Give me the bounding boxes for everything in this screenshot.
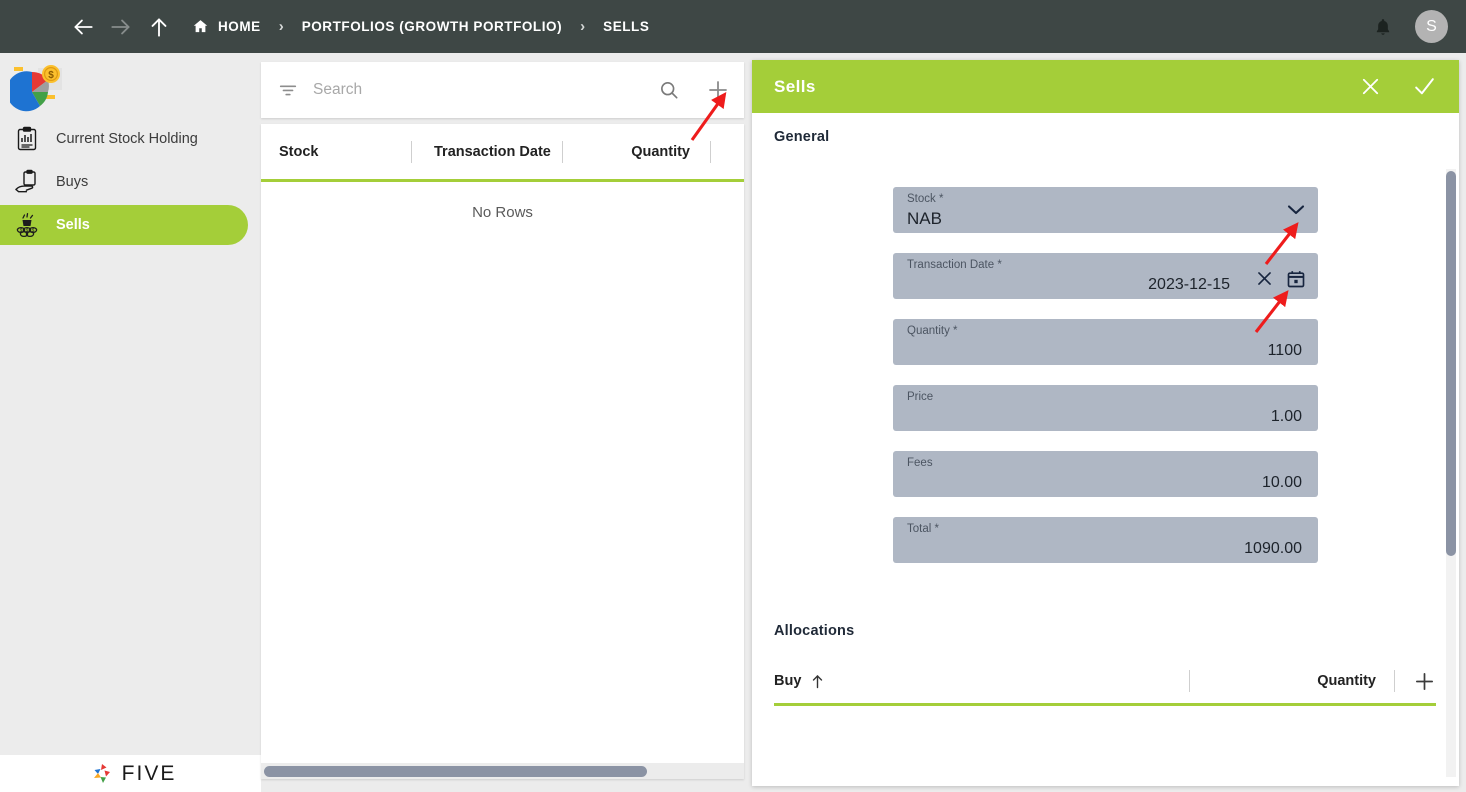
add-record-button[interactable] xyxy=(706,78,730,102)
application-root: HOME › PORTFOLIOS (GROWTH PORTFOLIO) › S… xyxy=(0,0,1466,792)
chevron-down-icon[interactable] xyxy=(1286,203,1306,216)
field-value-total: 1090.00 xyxy=(1244,540,1302,557)
money-stack-icon: $ $ $ xyxy=(12,210,42,240)
clear-x-icon[interactable] xyxy=(1255,269,1274,288)
user-avatar[interactable]: S xyxy=(1415,10,1448,43)
calendar-icon[interactable] xyxy=(1286,269,1306,289)
breadcrumb-label-portfolios: PORTFOLIOS (GROWTH PORTFOLIO) xyxy=(301,19,563,34)
grid-horizontal-scrollbar[interactable] xyxy=(261,763,744,779)
grid-empty-message: No Rows xyxy=(472,203,533,221)
field-total[interactable]: Total * 1090.00 xyxy=(893,517,1318,563)
field-label-quantity: Quantity * xyxy=(907,325,958,337)
clipboard-chart-icon xyxy=(12,124,42,154)
field-label-fees: Fees xyxy=(907,457,933,469)
five-brand-logo: FIVE xyxy=(0,755,265,792)
breadcrumb-item-home[interactable]: HOME xyxy=(192,18,261,35)
app-logo: $ xyxy=(0,53,248,115)
breadcrumb-label-home: HOME xyxy=(218,19,261,34)
field-stock[interactable]: Stock * NAB xyxy=(893,187,1318,233)
checkmark-icon[interactable] xyxy=(1412,74,1437,99)
allocations-column-divider xyxy=(1189,670,1191,692)
grid-column-stock[interactable]: Stock xyxy=(279,144,411,160)
arrow-back-icon[interactable] xyxy=(66,10,100,44)
field-label-total: Total * xyxy=(907,523,939,535)
search-input[interactable] xyxy=(313,81,650,99)
top-bar-actions: S xyxy=(1373,10,1448,43)
pie-chart-money-logo: $ xyxy=(6,65,62,112)
five-brand-text: FIVE xyxy=(121,761,177,785)
five-pinwheel-logo xyxy=(93,763,110,783)
sidebar-label-current-stock-holding: Current Stock Holding xyxy=(56,131,198,147)
grid-column-divider-2 xyxy=(562,140,563,163)
hamburger-menu-icon[interactable] xyxy=(18,18,42,36)
form-fields: Stock * NAB Transaction Date * 2023-12-1… xyxy=(893,187,1318,583)
field-label-stock: Stock * xyxy=(907,193,944,205)
svg-text:$: $ xyxy=(48,70,54,81)
field-quantity[interactable]: Quantity * 1100 xyxy=(893,319,1318,365)
home-icon xyxy=(192,18,209,35)
sidebar-item-sells[interactable]: $ $ $ Sells xyxy=(0,205,248,245)
filter-icon[interactable] xyxy=(277,79,299,101)
grid-horizontal-scrollbar-thumb[interactable] xyxy=(264,766,647,777)
left-sidebar: $ Current Stock Holding Buys $ $ $ Sells… xyxy=(0,53,265,792)
field-transaction-date[interactable]: Transaction Date * 2023-12-15 xyxy=(893,253,1318,299)
allocations-column-divider-2 xyxy=(1394,670,1395,692)
form-header: Sells xyxy=(752,60,1459,113)
records-grid: Stock Transaction Date Quantity No Rows xyxy=(261,124,744,779)
allocations-column-quantity[interactable]: Quantity xyxy=(1317,673,1376,689)
allocations-column-buy[interactable]: Buy xyxy=(774,673,801,689)
sidebar-label-sells: Sells xyxy=(56,217,90,233)
section-title-allocations: Allocations xyxy=(774,623,855,639)
close-x-icon[interactable] xyxy=(1359,75,1382,98)
search-bar xyxy=(261,62,744,118)
form-vertical-scrollbar-thumb[interactable] xyxy=(1446,171,1456,556)
field-label-transaction-date: Transaction Date * xyxy=(907,259,1002,271)
notification-bell-icon[interactable] xyxy=(1373,16,1393,38)
field-fees[interactable]: Fees 10.00 xyxy=(893,451,1318,497)
field-price[interactable]: Price 1.00 xyxy=(893,385,1318,431)
field-value-stock: NAB xyxy=(907,209,942,228)
sidebar-item-current-stock-holding[interactable]: Current Stock Holding xyxy=(0,119,248,159)
search-icon[interactable] xyxy=(658,79,680,101)
arrow-forward-icon[interactable] xyxy=(104,10,138,44)
breadcrumb: HOME › PORTFOLIOS (GROWTH PORTFOLIO) › S… xyxy=(192,0,649,53)
allocations-header-row: Buy Quantity xyxy=(774,659,1436,706)
breadcrumb-item-portfolios[interactable]: PORTFOLIOS (GROWTH PORTFOLIO) xyxy=(302,19,562,34)
grid-column-divider-3 xyxy=(710,140,711,163)
sidebar-navigation: Current Stock Holding Buys $ $ $ Sells xyxy=(0,119,248,245)
list-panel: Stock Transaction Date Quantity No Rows xyxy=(261,53,744,792)
section-title-general: General xyxy=(774,129,830,145)
breadcrumb-separator-2: › xyxy=(580,18,586,35)
arrow-up-icon[interactable] xyxy=(142,10,176,44)
sidebar-label-buys: Buys xyxy=(56,174,89,190)
hand-clipboard-icon xyxy=(12,167,42,197)
sort-ascending-arrow-icon[interactable] xyxy=(811,674,824,689)
grid-column-quantity[interactable]: Quantity xyxy=(585,144,690,160)
breadcrumb-separator: › xyxy=(278,18,284,35)
top-navigation-bar: HOME › PORTFOLIOS (GROWTH PORTFOLIO) › S… xyxy=(0,0,1466,53)
form-body: General Stock * NAB Transaction Date * 2… xyxy=(752,113,1459,786)
form-title: Sells xyxy=(774,76,816,96)
breadcrumb-label-sells: SELLS xyxy=(603,19,650,34)
breadcrumb-item-sells[interactable]: SELLS xyxy=(603,19,649,34)
sells-form-panel: Sells General Stock * NAB Transaction Da… xyxy=(752,60,1459,786)
sidebar-item-buys[interactable]: Buys xyxy=(0,162,248,202)
grid-column-transaction-date[interactable]: Transaction Date xyxy=(434,144,562,160)
grid-header-row: Stock Transaction Date Quantity xyxy=(261,124,744,182)
grid-column-divider-1 xyxy=(411,140,412,163)
field-value-quantity: 1100 xyxy=(1267,342,1302,359)
field-value-transaction-date: 2023-12-15 xyxy=(1148,276,1230,293)
field-label-price: Price xyxy=(907,391,934,403)
field-value-price: 1.00 xyxy=(1270,408,1302,425)
form-header-actions xyxy=(1359,74,1437,99)
add-allocation-button[interactable] xyxy=(1413,670,1436,693)
field-value-fees: 10.00 xyxy=(1261,474,1302,491)
